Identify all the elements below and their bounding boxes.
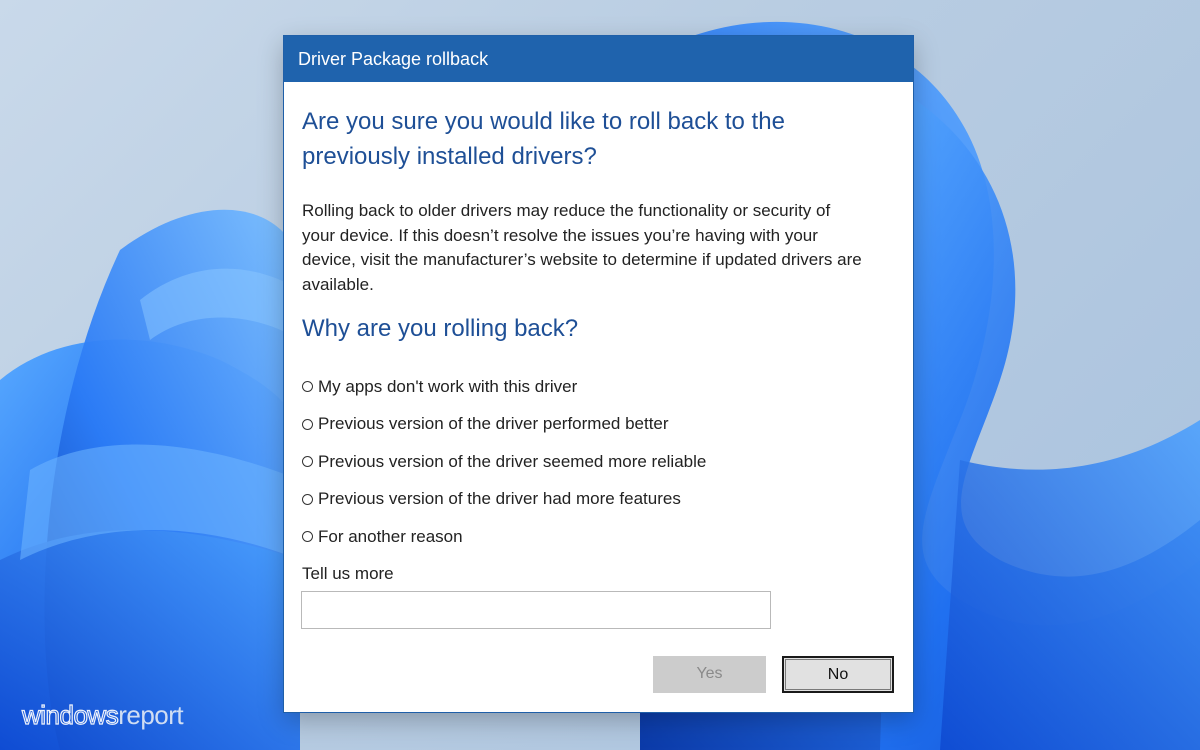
- radio-button-icon[interactable]: [302, 493, 313, 505]
- radio-button-icon[interactable]: [302, 531, 313, 543]
- tell-us-more-label: Tell us more: [302, 564, 394, 583]
- radio-button-icon[interactable]: [302, 381, 313, 393]
- reason-option-label: Previous version of the driver seemed mo…: [318, 451, 707, 471]
- reason-option-performance[interactable]: Previous version of the driver performed…: [302, 406, 706, 444]
- radio-button-icon[interactable]: [302, 456, 313, 468]
- rollback-dialog: Driver Package rollback Are you sure you…: [284, 36, 913, 712]
- reason-option-features[interactable]: Previous version of the driver had more …: [302, 481, 706, 519]
- no-button[interactable]: No: [782, 656, 894, 693]
- reason-option-label: For another reason: [318, 526, 463, 546]
- watermark-part1: windows: [21, 699, 119, 730]
- watermark-part2: report: [118, 700, 184, 730]
- reason-option-other[interactable]: For another reason: [302, 518, 706, 556]
- reason-option-label: Previous version of the driver performed…: [318, 414, 669, 434]
- confirmation-question: Are you sure you would like to roll back…: [302, 108, 785, 170]
- warning-description: Rolling back to older drivers may reduce…: [302, 201, 862, 294]
- reason-option-reliability[interactable]: Previous version of the driver seemed mo…: [302, 443, 706, 481]
- dialog-titlebar[interactable]: Driver Package rollback: [284, 36, 913, 82]
- tell-us-more-input[interactable]: [301, 591, 771, 629]
- reason-heading: Why are you rolling back?: [302, 315, 579, 342]
- radio-button-icon[interactable]: [302, 418, 313, 430]
- reason-options: My apps don't work with this driver Prev…: [302, 368, 706, 556]
- watermark-logo: windowsreport: [21, 699, 184, 731]
- reason-option-label: My apps don't work with this driver: [318, 376, 578, 396]
- yes-button[interactable]: Yes: [653, 656, 766, 693]
- reason-option-label: Previous version of the driver had more …: [318, 489, 681, 509]
- dialog-title: Driver Package rollback: [298, 49, 489, 69]
- reason-option-apps[interactable]: My apps don't work with this driver: [302, 368, 706, 406]
